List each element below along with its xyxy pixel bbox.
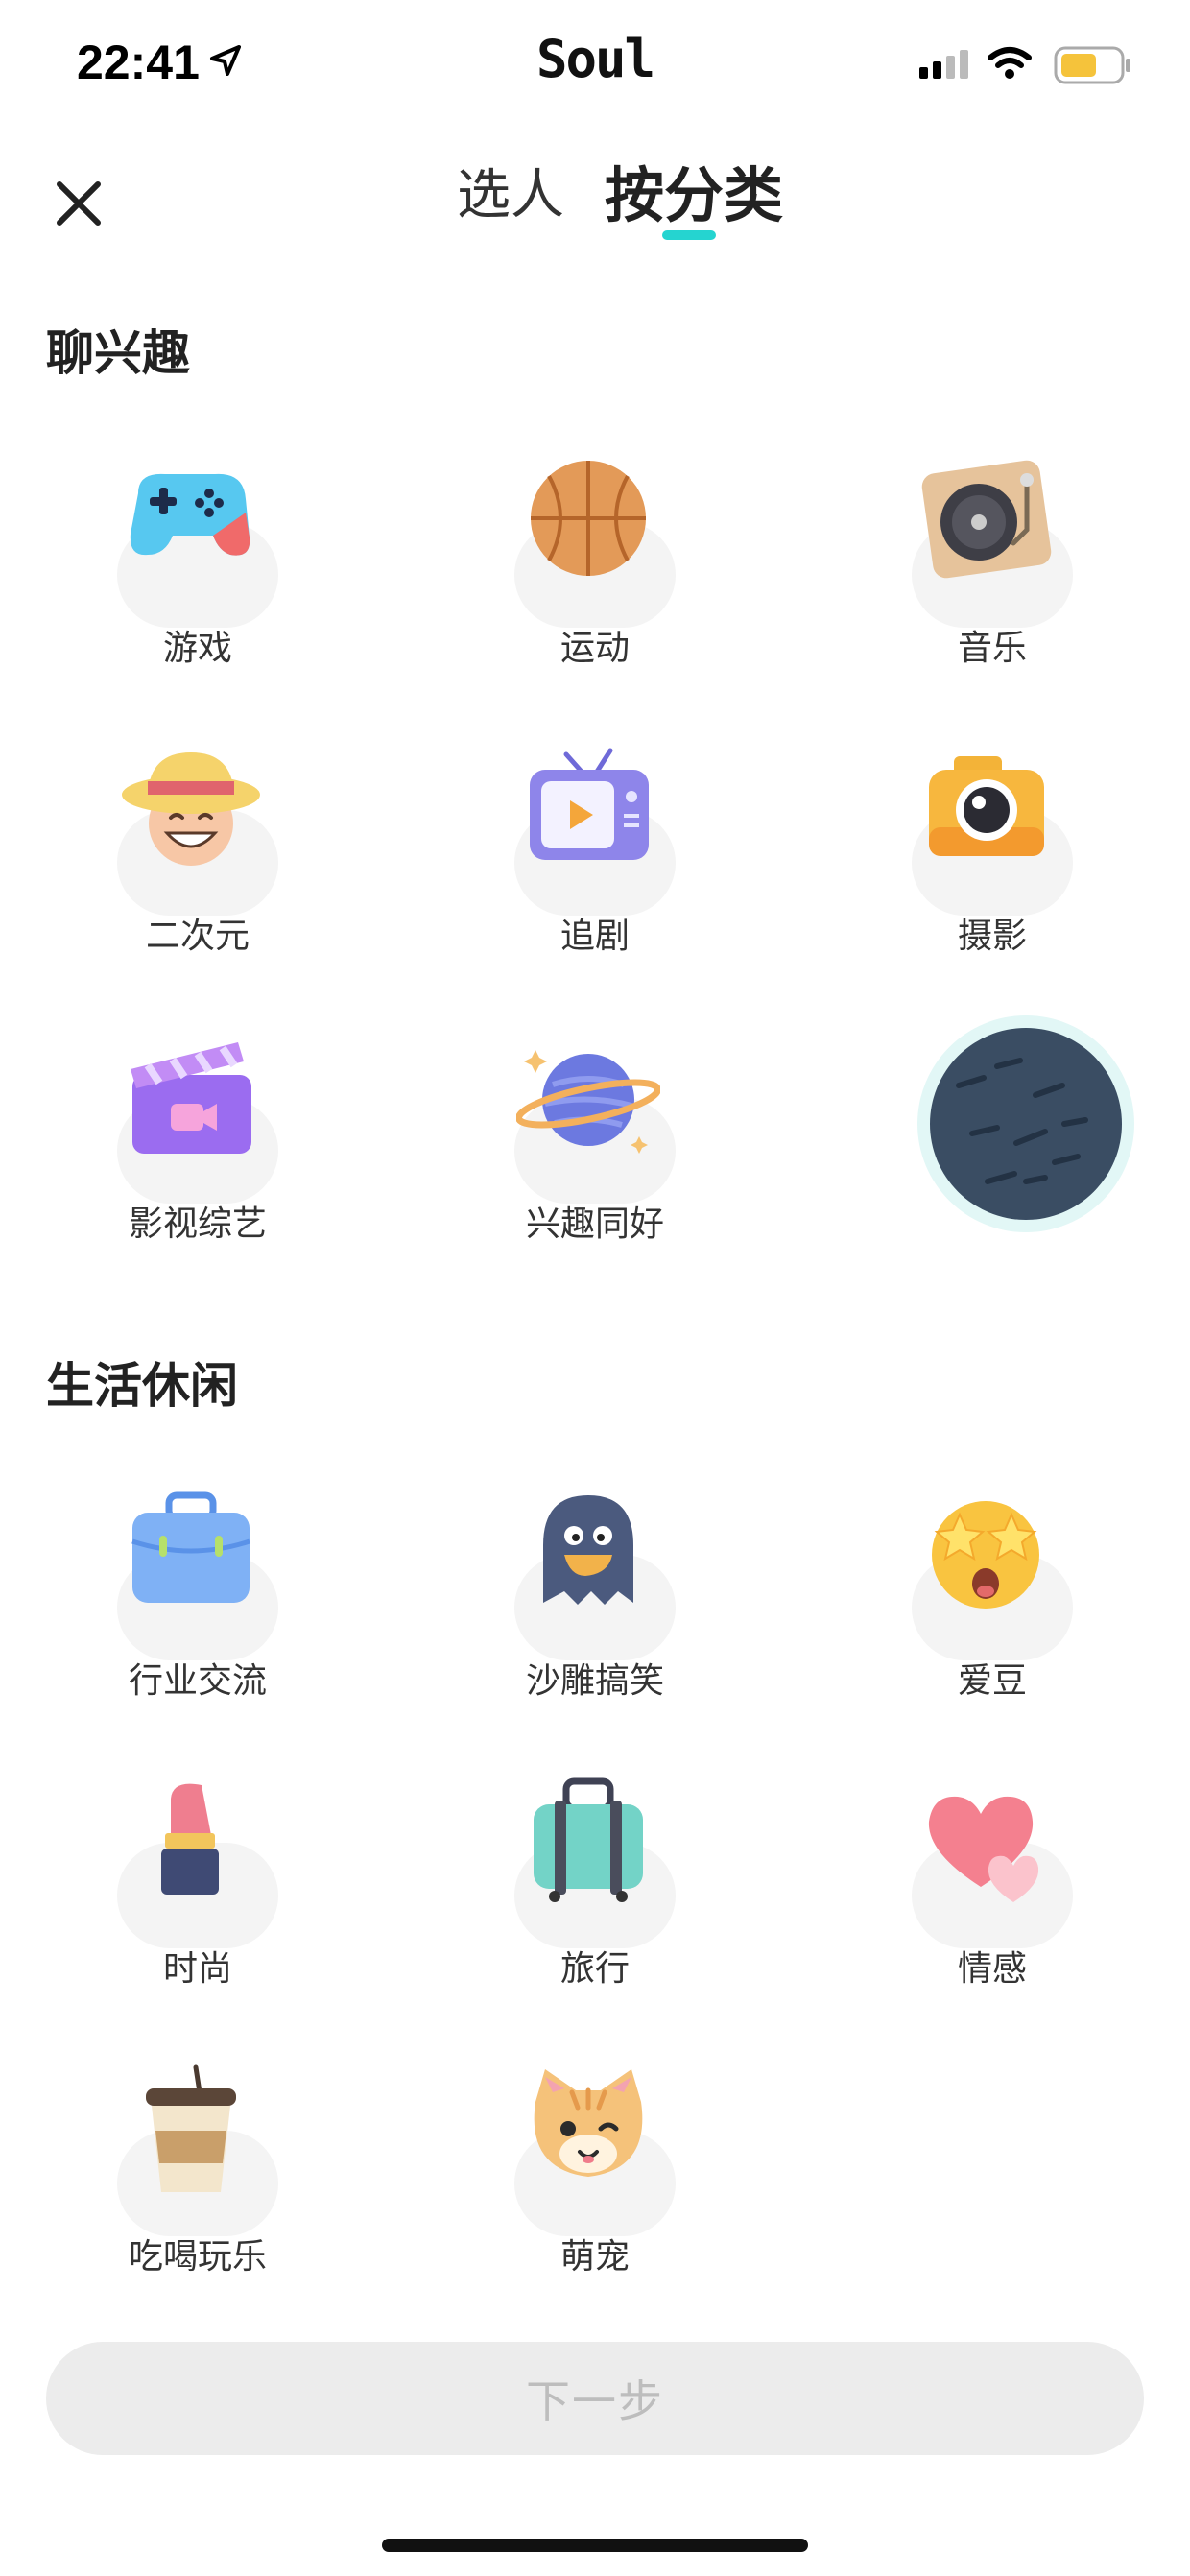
category-item-food-fun[interactable]: 吃喝玩乐 (36, 2063, 344, 2332)
section-title-lifestyle: 生活休闲 (46, 1358, 238, 1414)
category-label: 摄影 (957, 917, 1027, 956)
clapperboard-icon (131, 1042, 251, 1154)
category-item-pets[interactable]: 萌宠 (434, 2063, 741, 2332)
planet-icon (516, 1050, 660, 1154)
category-item-games[interactable]: 游戏 (36, 455, 344, 724)
ghost-duck-icon (543, 1495, 633, 1605)
category-label: 旅行 (559, 1949, 630, 1989)
category-label: 吃喝玩乐 (128, 2237, 267, 2277)
category-item-music[interactable]: 音乐 (831, 455, 1138, 724)
close-icon[interactable] (48, 173, 109, 234)
basketball-icon (531, 461, 646, 576)
home-indicator (382, 2539, 808, 2552)
fish-school-icon (956, 1058, 1088, 1184)
category-label: 沙雕搞笑 (525, 1661, 664, 1701)
briefcase-icon (131, 1491, 250, 1603)
section-title-interests: 聊兴趣 (46, 325, 190, 381)
category-item-travel[interactable]: 旅行 (434, 1776, 741, 2044)
category-item-anime[interactable]: 二次元 (36, 743, 344, 1012)
category-label: 追剧 (559, 917, 630, 956)
cellular-signal-icon (919, 50, 968, 79)
star-eyes-emoji-icon (932, 1501, 1039, 1609)
active-tab-indicator (662, 230, 716, 240)
category-label: 音乐 (957, 629, 1027, 668)
category-item-funny[interactable]: 沙雕搞笑 (434, 1488, 741, 1756)
category-label: 二次元 (145, 917, 250, 956)
category-label: 游戏 (162, 629, 232, 668)
category-item-sports[interactable]: 运动 (434, 455, 741, 724)
tv-icon (530, 748, 649, 860)
cat-face-icon (534, 2069, 643, 2177)
top-nav: 选人 按分类 (0, 154, 1190, 250)
coffee-cup-icon (146, 2064, 236, 2192)
hearts-icon (928, 1796, 1039, 1902)
category-label: 爱豆 (957, 1661, 1027, 1701)
category-label: 情感 (957, 1949, 1027, 1989)
wifi-icon (988, 47, 1032, 79)
tab-select-people[interactable]: 选人 (457, 157, 564, 234)
category-label: 运动 (559, 629, 630, 668)
category-item-film-variety[interactable]: 影视综艺 (36, 1031, 344, 1300)
category-item-fashion[interactable]: 时尚 (36, 1776, 344, 2044)
category-label: 行业交流 (128, 1661, 267, 1701)
category-item-industry[interactable]: 行业交流 (36, 1488, 344, 1756)
bubble-avatar (930, 1028, 1122, 1220)
turntable-icon (921, 460, 1052, 579)
category-item-photography[interactable]: 摄影 (831, 743, 1138, 1012)
category-label: 萌宠 (559, 2237, 630, 2277)
lipstick-icon (161, 1783, 219, 1895)
category-label: 兴趣同好 (525, 1205, 664, 1244)
category-item-hobby-groups[interactable]: 兴趣同好 (434, 1031, 741, 1300)
category-item-tv-shows[interactable]: 追剧 (434, 743, 741, 1012)
category-label: 影视综艺 (128, 1205, 267, 1244)
category-item-emotions[interactable]: 情感 (831, 1776, 1138, 2044)
gamepad-icon (130, 473, 250, 556)
strawhat-face-icon (122, 752, 260, 866)
status-bar: 22:41 Soul (0, 0, 1190, 125)
category-label: 时尚 (162, 1949, 232, 1989)
category-item-idol[interactable]: 爱豆 (831, 1488, 1138, 1756)
battery-icon (1054, 46, 1130, 84)
floating-bubble[interactable] (917, 1015, 1134, 1232)
suitcase-icon (534, 1777, 643, 1902)
tab-by-category[interactable]: 按分类 (605, 157, 783, 234)
camera-icon (929, 756, 1044, 856)
next-step-button[interactable]: 下一步 (46, 2342, 1144, 2455)
